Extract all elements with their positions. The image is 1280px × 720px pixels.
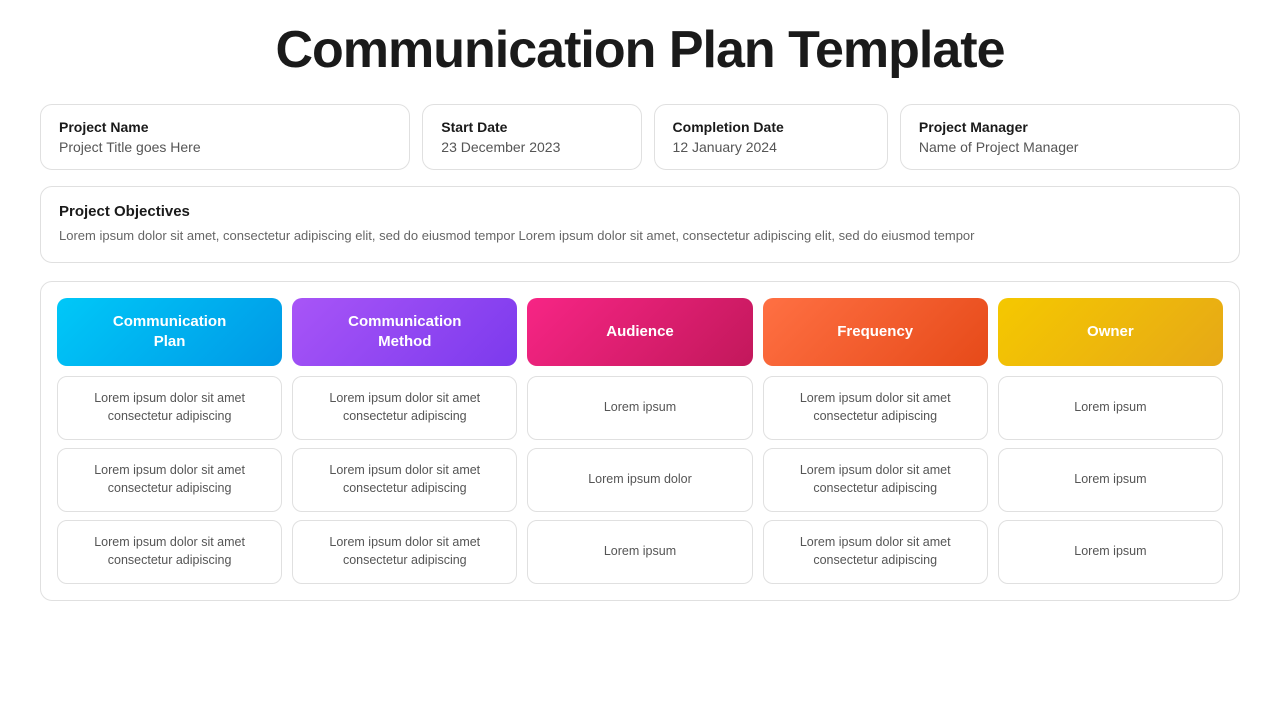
objectives-text: Lorem ipsum dolor sit amet, consectetur … <box>59 226 1221 246</box>
project-name-value: Project Title goes Here <box>59 139 391 155</box>
table-row: Lorem ipsum dolor sit amet consectetur a… <box>57 520 1223 584</box>
table-cell: Lorem ipsum dolor sit amet consectetur a… <box>292 448 517 512</box>
project-manager-card: Project Manager Name of Project Manager <box>900 104 1240 170</box>
project-manager-value: Name of Project Manager <box>919 139 1221 155</box>
col-header-audience: Audience <box>527 298 752 366</box>
table-cell: Lorem ipsum <box>998 376 1223 440</box>
table-cell: Lorem ipsum <box>527 520 752 584</box>
table-cell: Lorem ipsum dolor sit amet consectetur a… <box>57 376 282 440</box>
objectives-card: Project Objectives Lorem ipsum dolor sit… <box>40 186 1240 263</box>
col-header-comm-plan: CommunicationPlan <box>57 298 282 366</box>
table-cell: Lorem ipsum dolor <box>527 448 752 512</box>
objectives-label: Project Objectives <box>59 203 1221 220</box>
start-date-value: 23 December 2023 <box>441 139 622 155</box>
start-date-card: Start Date 23 December 2023 <box>422 104 641 170</box>
table-cell: Lorem ipsum <box>998 448 1223 512</box>
completion-date-card: Completion Date 12 January 2024 <box>654 104 888 170</box>
col-header-comm-method: CommunicationMethod <box>292 298 517 366</box>
table-cell: Lorem ipsum <box>998 520 1223 584</box>
table-rows: Lorem ipsum dolor sit amet consectetur a… <box>57 376 1223 584</box>
table-cell: Lorem ipsum dolor sit amet consectetur a… <box>763 520 988 584</box>
project-name-card: Project Name Project Title goes Here <box>40 104 410 170</box>
table-cell: Lorem ipsum dolor sit amet consectetur a… <box>292 520 517 584</box>
completion-date-value: 12 January 2024 <box>673 139 869 155</box>
table-cell: Lorem ipsum dolor sit amet consectetur a… <box>763 448 988 512</box>
page-title: Communication Plan Template <box>275 20 1004 80</box>
col-header-owner: Owner <box>998 298 1223 366</box>
communication-table: CommunicationPlan CommunicationMethod Au… <box>40 281 1240 601</box>
table-cell: Lorem ipsum dolor sit amet consectetur a… <box>57 520 282 584</box>
table-cell: Lorem ipsum <box>527 376 752 440</box>
table-cell: Lorem ipsum dolor sit amet consectetur a… <box>292 376 517 440</box>
table-cell: Lorem ipsum dolor sit amet consectetur a… <box>57 448 282 512</box>
table-header: CommunicationPlan CommunicationMethod Au… <box>57 298 1223 366</box>
table-cell: Lorem ipsum dolor sit amet consectetur a… <box>763 376 988 440</box>
project-manager-label: Project Manager <box>919 119 1221 135</box>
completion-date-label: Completion Date <box>673 119 869 135</box>
table-row: Lorem ipsum dolor sit amet consectetur a… <box>57 376 1223 440</box>
start-date-label: Start Date <box>441 119 622 135</box>
col-header-frequency: Frequency <box>763 298 988 366</box>
table-row: Lorem ipsum dolor sit amet consectetur a… <box>57 448 1223 512</box>
project-name-label: Project Name <box>59 119 391 135</box>
info-cards: Project Name Project Title goes Here Sta… <box>40 104 1240 170</box>
